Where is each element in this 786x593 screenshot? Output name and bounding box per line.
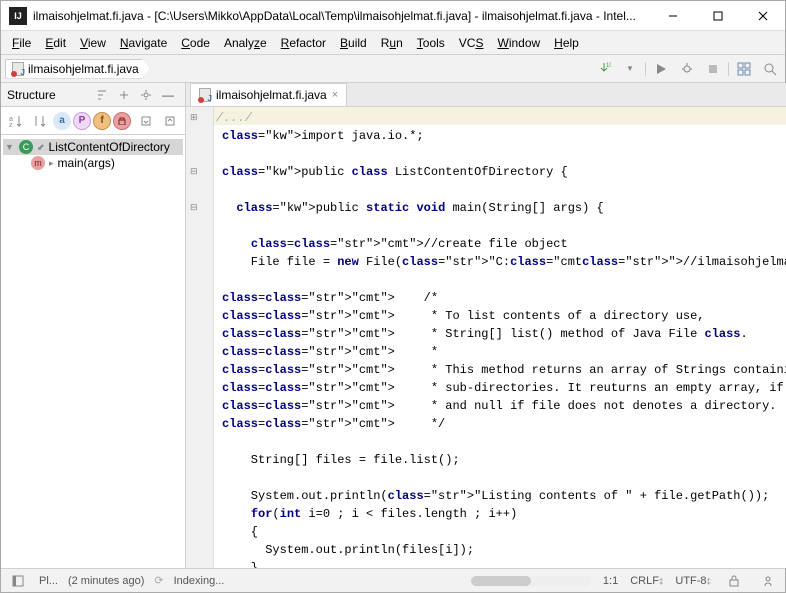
menu-refactor[interactable]: Refactor — [274, 33, 333, 53]
maximize-button[interactable] — [695, 1, 740, 30]
tab-label: ilmaisohjelmat.fi.java — [216, 88, 327, 102]
menu-code[interactable]: Code — [174, 33, 217, 53]
status-message: Pl... — [39, 575, 58, 587]
file-encoding[interactable]: UTF-8‡ — [675, 575, 711, 587]
readonly-toggle-icon[interactable] — [723, 570, 745, 592]
structure-tree[interactable]: ▼ C ⬋ ListContentOfDirectory m ▸ main(ar… — [1, 135, 185, 175]
menu-file[interactable]: File — [5, 33, 38, 53]
menu-run[interactable]: Run — [374, 33, 410, 53]
hector-icon[interactable] — [757, 570, 779, 592]
editor-gutter[interactable]: ⊞ ⊟ ⊟ — [186, 107, 214, 568]
sort-button[interactable] — [91, 84, 113, 106]
memory-indicator[interactable] — [471, 576, 591, 586]
navigation-bar: ilmaisohjelmat.fi.java 10 ▼ — [1, 55, 785, 83]
structure-tool-window: Structure — az a P f ▼ C ⬋ ListContentOf… — [1, 83, 186, 568]
dropdown-toggle[interactable]: ▼ — [619, 58, 641, 80]
tab-close-icon[interactable]: × — [332, 89, 338, 101]
method-name: main(args) — [58, 156, 115, 170]
spinner-icon: ⟳ — [154, 574, 163, 587]
show-anonymous-icon[interactable]: a — [53, 112, 71, 130]
tree-class-node[interactable]: ▼ C ⬋ ListContentOfDirectory — [3, 139, 183, 155]
lock-overlay-icon: ⬋ — [37, 142, 45, 153]
tree-method-node[interactable]: m ▸ main(args) — [3, 155, 183, 171]
autoscroll-from-source-icon[interactable] — [159, 110, 181, 132]
hide-button[interactable]: — — [157, 84, 179, 106]
show-nonpublic-icon[interactable] — [113, 112, 131, 130]
code-content[interactable]: class="kw">import java.io.*; class="kw">… — [214, 107, 786, 568]
menu-build[interactable]: Build — [333, 33, 374, 53]
menu-navigate[interactable]: Navigate — [113, 33, 174, 53]
fold-toggle-icon[interactable]: ⊞ — [190, 109, 198, 127]
show-properties-icon[interactable]: P — [73, 112, 91, 130]
update-project-button[interactable]: 10 — [593, 58, 615, 80]
fold-toggle-icon[interactable]: ⊟ — [190, 199, 198, 217]
menu-vcs[interactable]: VCS — [452, 33, 491, 53]
code-editor[interactable]: ⊞ ⊟ ⊟ /.../ class="kw">import java.io.*;… — [186, 107, 786, 568]
main-area: Structure — az a P f ▼ C ⬋ ListContentOf… — [1, 83, 785, 568]
method-icon: m — [31, 156, 45, 170]
sort-visibility-icon[interactable] — [29, 110, 51, 132]
menu-analyze[interactable]: Analyze — [217, 33, 274, 53]
status-indexing: Indexing... — [174, 575, 225, 587]
svg-text:10: 10 — [606, 63, 611, 69]
run-overlay-icon: ▸ — [49, 158, 54, 169]
structure-toolbar: az a P f — [1, 107, 185, 135]
menu-help[interactable]: Help — [547, 33, 586, 53]
stop-button[interactable] — [702, 58, 724, 80]
debug-button[interactable] — [676, 58, 698, 80]
svg-text:z: z — [9, 122, 13, 128]
java-file-icon — [199, 88, 211, 102]
sort-alpha-icon[interactable]: az — [5, 110, 27, 132]
breadcrumb[interactable]: ilmaisohjelmat.fi.java — [5, 59, 150, 79]
tool-window-toggle-icon[interactable] — [7, 570, 29, 592]
menu-view[interactable]: View — [73, 33, 113, 53]
project-structure-button[interactable] — [733, 58, 755, 80]
separator — [728, 62, 729, 76]
close-button[interactable] — [740, 1, 785, 30]
tree-expand-icon[interactable]: ▼ — [5, 142, 15, 152]
settings-gear-icon[interactable] — [135, 84, 157, 106]
editor-tab-strip: ilmaisohjelmat.fi.java × — [186, 83, 786, 107]
structure-title: Structure — [7, 88, 91, 102]
minimize-button[interactable] — [650, 1, 695, 30]
app-icon: IJ — [9, 7, 27, 25]
structure-header: Structure — — [1, 83, 185, 107]
window-titlebar: IJ ilmaisohjelmat.fi.java - [C:\Users\Mi… — [1, 1, 785, 31]
autoscroll-to-source-icon[interactable] — [135, 110, 157, 132]
show-fields-icon[interactable]: f — [93, 112, 111, 130]
expand-button[interactable] — [113, 84, 135, 106]
status-time: (2 minutes ago) — [68, 575, 144, 587]
line-separator[interactable]: CRLF‡ — [630, 575, 663, 587]
class-name: ListContentOfDirectory — [49, 140, 170, 154]
caret-position[interactable]: 1:1 — [603, 575, 618, 587]
window-title: ilmaisohjelmat.fi.java - [C:\Users\Mikko… — [33, 9, 650, 23]
separator — [645, 62, 646, 76]
menu-tools[interactable]: Tools — [410, 33, 452, 53]
run-button[interactable] — [650, 58, 672, 80]
menu-bar: File Edit View Navigate Code Analyze Ref… — [1, 31, 785, 55]
status-bar: Pl... (2 minutes ago) ⟳ Indexing... 1:1 … — [1, 568, 785, 592]
editor-area: ilmaisohjelmat.fi.java × ⊞ ⊟ ⊟ /.../ cla… — [186, 83, 786, 568]
java-file-icon — [12, 62, 24, 76]
class-icon: C — [19, 140, 33, 154]
menu-edit[interactable]: Edit — [38, 33, 73, 53]
search-everywhere-button[interactable] — [759, 58, 781, 80]
breadcrumb-file: ilmaisohjelmat.fi.java — [28, 62, 139, 76]
menu-window[interactable]: Window — [490, 33, 547, 53]
editor-tab[interactable]: ilmaisohjelmat.fi.java × — [190, 83, 347, 106]
fold-toggle-icon[interactable]: ⊟ — [190, 163, 198, 181]
